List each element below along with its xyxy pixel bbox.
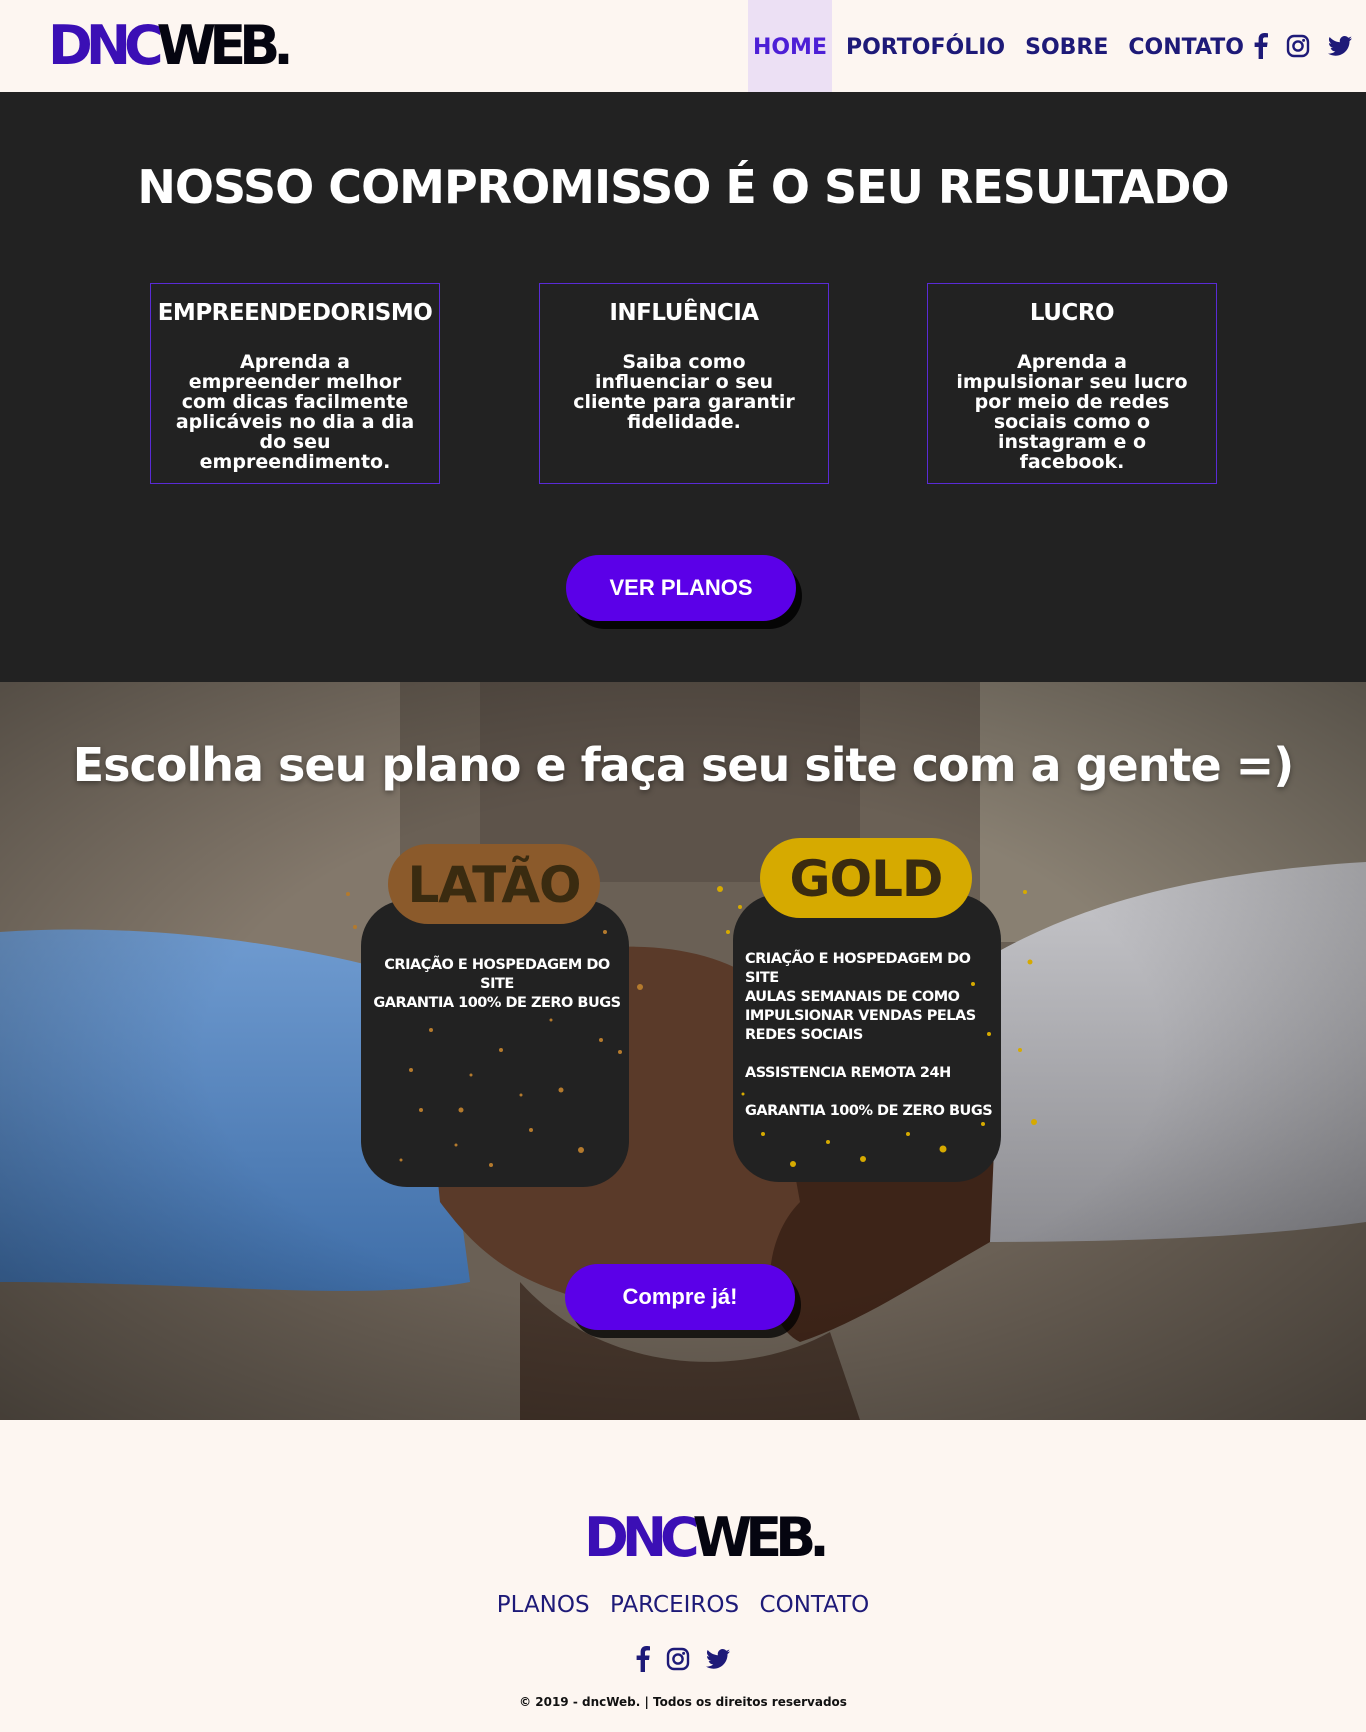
logo-dot: . bbox=[273, 14, 294, 77]
plan-feature: CRIAÇÃO E HOSPEDAGEM DO SITE bbox=[384, 957, 610, 992]
footer-links: PLANOS PARCEIROS CONTATO bbox=[0, 1592, 1366, 1618]
logo-part-dnc: DNC bbox=[48, 14, 164, 77]
logo-part-dnc: DNC bbox=[584, 1506, 700, 1569]
site-footer: DNCWEB. PLANOS PARCEIROS CONTATO © 2019 … bbox=[0, 1420, 1366, 1732]
card-title: INFLUÊNCIA bbox=[609, 300, 759, 326]
card-text: Aprenda a impulsionar seu lucro por meio… bbox=[956, 351, 1188, 473]
plan-feature: CRIAÇÃO E HOSPEDAGEM DO SITE bbox=[745, 951, 971, 986]
footer-social bbox=[636, 1646, 730, 1672]
logo-dot: . bbox=[809, 1506, 829, 1569]
plan-card-gold: CRIAÇÃO E HOSPEDAGEM DO SITE AULAS SEMAN… bbox=[733, 894, 1001, 1182]
compre-ja-button[interactable]: Compre já! bbox=[565, 1264, 795, 1330]
nav-sobre[interactable]: SOBRE bbox=[1019, 0, 1114, 92]
plan-card-latao: CRIAÇÃO E HOSPEDAGEM DO SITE GARANTIA 10… bbox=[361, 900, 629, 1187]
footer-logo[interactable]: DNCWEB. bbox=[584, 1506, 830, 1569]
plan-badge-latao: LATÃO bbox=[388, 844, 600, 924]
copyright: © 2019 - dncWeb. | Todos os direitos res… bbox=[519, 1695, 847, 1709]
twitter-icon[interactable] bbox=[1328, 36, 1352, 56]
instagram-icon[interactable] bbox=[1286, 34, 1310, 58]
site-header: DNCWEB. HOME PORTOFÓLIO SOBRE CONTATO bbox=[0, 0, 1366, 92]
plan-feature: GARANTIA 100% DE ZERO BUGS bbox=[745, 1103, 993, 1119]
nav-home[interactable]: HOME bbox=[747, 0, 832, 92]
plans-title: Escolha seu plano e faça seu site com a … bbox=[72, 738, 1294, 792]
plans-section: Escolha seu plano e faça seu site com a … bbox=[0, 682, 1366, 1420]
card-title: EMPREENDEDORISMO bbox=[157, 300, 433, 326]
ver-planos-button[interactable]: VER PLANOS bbox=[566, 555, 796, 621]
logo-part-web: WEB bbox=[156, 14, 281, 77]
facebook-icon[interactable] bbox=[636, 1646, 650, 1672]
card-lucro: LUCRO Aprenda a impulsionar seu lucro po… bbox=[927, 283, 1217, 484]
plan-feature: ASSISTENCIA REMOTA 24H bbox=[745, 1065, 951, 1081]
card-empreendedorismo: EMPREENDEDORISMO Aprenda a empreender me… bbox=[150, 283, 440, 484]
facebook-icon[interactable] bbox=[1254, 33, 1268, 59]
nav-contato[interactable]: CONTATO bbox=[1122, 0, 1250, 92]
logo[interactable]: DNCWEB. bbox=[48, 16, 294, 76]
plan-badge-gold: GOLD bbox=[760, 838, 972, 918]
commitment-section: NOSSO COMPROMISSO É O SEU RESULTADO EMPR… bbox=[0, 92, 1366, 682]
commitment-title: NOSSO COMPROMISSO É O SEU RESULTADO bbox=[137, 160, 1229, 214]
instagram-icon[interactable] bbox=[666, 1647, 690, 1671]
header-social bbox=[1254, 33, 1352, 59]
twitter-icon[interactable] bbox=[706, 1649, 730, 1669]
plan-feature: AULAS SEMANAIS DE COMO IMPULSIONAR VENDA… bbox=[745, 989, 976, 1043]
footer-link-parceiros[interactable]: PARCEIROS bbox=[610, 1592, 739, 1618]
footer-link-contato[interactable]: CONTATO bbox=[760, 1592, 870, 1618]
card-text: Saiba como influenciar o seu cliente par… bbox=[573, 351, 795, 433]
plan-feature: GARANTIA 100% DE ZERO BUGS bbox=[373, 995, 621, 1011]
logo-part-web: WEB bbox=[692, 1506, 817, 1569]
nav-portfolio[interactable]: PORTOFÓLIO bbox=[840, 0, 1011, 92]
main-nav: HOME PORTOFÓLIO SOBRE CONTATO bbox=[747, 0, 1366, 92]
card-text: Aprenda a empreender melhor com dicas fa… bbox=[175, 351, 415, 473]
card-title: LUCRO bbox=[1029, 300, 1115, 326]
card-influencia: INFLUÊNCIA Saiba como influenciar o seu … bbox=[539, 283, 829, 484]
footer-link-planos[interactable]: PLANOS bbox=[497, 1592, 590, 1618]
sparkle-dots bbox=[399, 1018, 603, 1167]
